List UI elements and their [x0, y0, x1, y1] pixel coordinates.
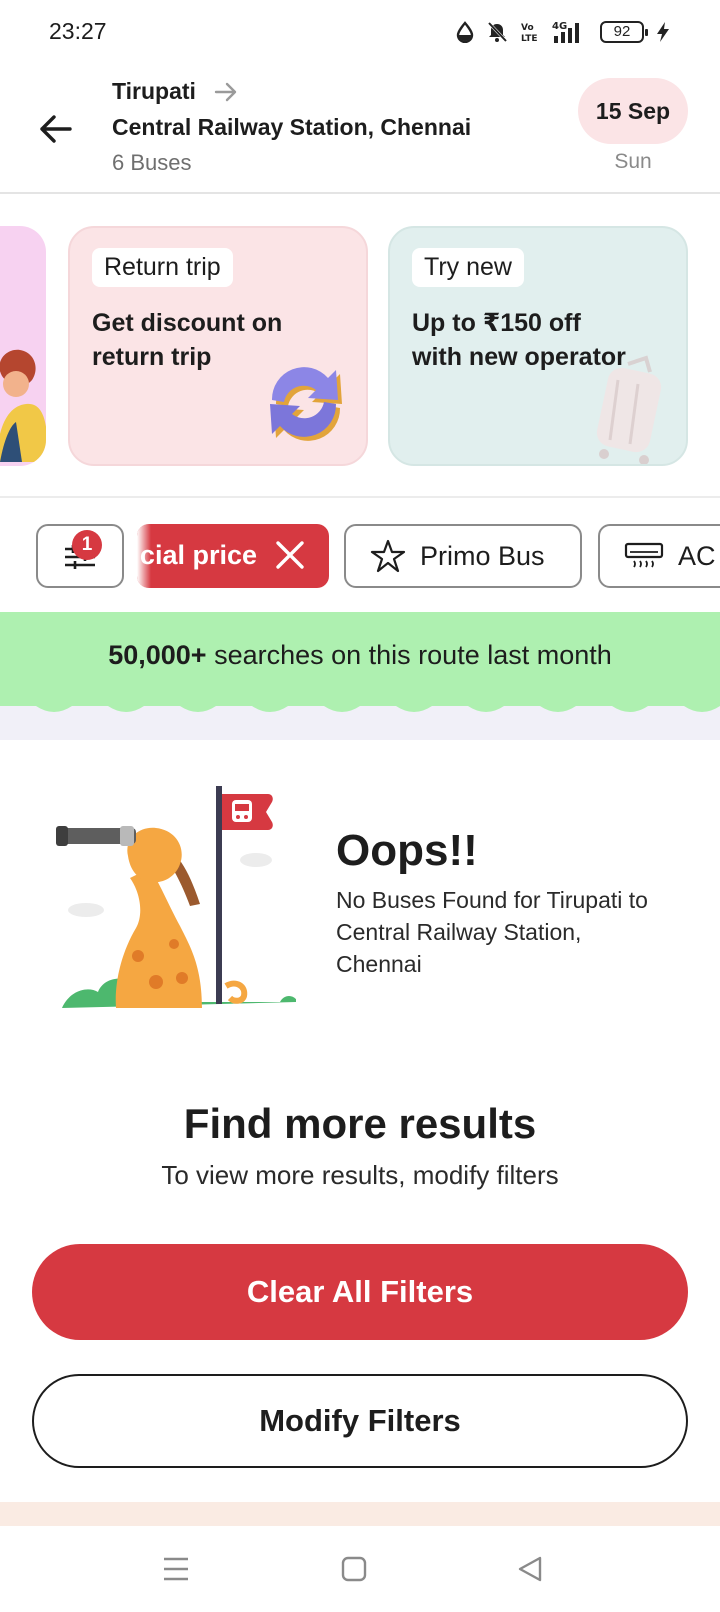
charging-icon: [657, 22, 669, 42]
back-triangle-icon: [518, 1556, 542, 1582]
empty-state-title: Oops!!: [336, 826, 478, 875]
primo-bus-chip[interactable]: Primo Bus: [344, 524, 582, 588]
bus-count: 6 Buses: [112, 150, 192, 175]
promo-card-return-trip[interactable]: Return trip Get discount on return trip: [68, 226, 368, 466]
mute-icon: [487, 21, 508, 43]
active-filter-label: cial price: [139, 540, 257, 570]
banner-highlight: 50,000+: [108, 640, 207, 670]
arrow-left-icon: [40, 115, 72, 143]
girl-illustration-icon: [0, 349, 46, 462]
air-conditioner-icon: [624, 542, 664, 568]
svg-text:LTE: LTE: [521, 34, 538, 43]
date-selector[interactable]: 15 Sep: [578, 78, 688, 144]
menu-icon: [164, 1557, 188, 1581]
banner-message: searches on this route last month: [206, 640, 612, 670]
promo-tag: Try new: [412, 248, 524, 287]
svg-text:4G: 4G: [552, 21, 567, 32]
refresh-3d-icon: [270, 367, 342, 441]
back-nav-button[interactable]: [500, 1546, 560, 1592]
giraffe-telescope-illustration: [56, 786, 296, 1008]
promo-carousel[interactable]: Return trip Get discount on return trip …: [0, 196, 720, 498]
system-nav-bar: [0, 1526, 720, 1612]
banner-text: 50,000+ searches on this route last mont…: [0, 640, 720, 671]
battery-icon: 92: [600, 21, 648, 43]
promo-tag: Return trip: [92, 248, 233, 287]
route-from-label: Tirupati: [112, 78, 196, 104]
status-icons: Vo LTE 4G 92: [456, 18, 670, 46]
find-more-subtitle: To view more results, modify filters: [161, 1160, 559, 1190]
volte-icon: VoLTE: [521, 23, 538, 43]
recent-apps-button[interactable]: [146, 1546, 206, 1592]
route-to: Central Railway Station, Chennai: [112, 114, 472, 140]
wave-decoration: [0, 698, 720, 712]
clear-all-filters-button[interactable]: Clear All Filters: [32, 1244, 688, 1340]
svg-text:Vo: Vo: [521, 23, 534, 33]
bottom-sheet-edge: [0, 1502, 720, 1526]
status-time: 23:27: [49, 18, 107, 44]
signal-4g-icon: 4G: [552, 21, 579, 43]
primo-bus-label: Primo Bus: [420, 540, 545, 571]
home-button[interactable]: [324, 1546, 384, 1592]
star-icon: [370, 539, 406, 573]
close-icon[interactable]: [273, 538, 307, 572]
suitcase-icon: [596, 355, 662, 464]
route-from: Tirupati: [112, 78, 238, 105]
data-saver-icon: [456, 21, 474, 43]
active-filter-chip[interactable]: cial price: [137, 524, 329, 588]
sort-filter-button[interactable]: 1: [36, 524, 124, 588]
back-button[interactable]: [30, 104, 80, 154]
ac-chip[interactable]: AC: [598, 524, 720, 588]
status-bar: 23:27 Vo LTE 4G 92: [0, 0, 720, 64]
promo-card-partial[interactable]: [0, 226, 46, 466]
find-more-title: Find more results: [183, 1100, 537, 1147]
filter-chips: 1 cial price Primo Bus AC: [0, 500, 720, 610]
date-day: Sun: [614, 150, 652, 173]
empty-state-message: No Buses Found for Tirupati to Central R…: [336, 887, 648, 977]
route-popularity-banner: 50,000+ searches on this route last mont…: [0, 612, 720, 740]
filter-count-badge: 1: [72, 530, 102, 560]
modify-filters-button[interactable]: Modify Filters: [32, 1374, 688, 1468]
ac-label: AC: [678, 540, 716, 571]
home-square-icon: [341, 1556, 367, 1582]
promo-card-try-new[interactable]: Try new Up to ₹150 off with new operator: [388, 226, 688, 466]
route-header: Tirupati Central Railway Station, Chenna…: [0, 64, 720, 194]
arrow-right-icon: [214, 82, 237, 101]
